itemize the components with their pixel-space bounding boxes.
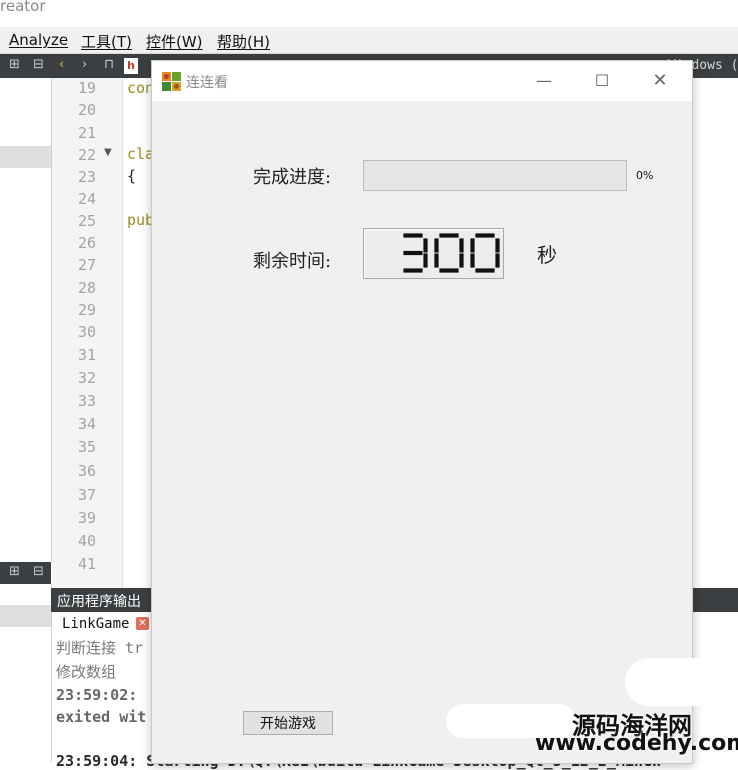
line-number: 29	[77, 301, 96, 319]
watermark-url: www.codehy.com	[535, 731, 738, 756]
line-number: 36	[77, 462, 96, 480]
line-number: 21	[77, 124, 96, 142]
lcd-segment	[474, 232, 496, 239]
line-number: 23	[77, 168, 96, 186]
fold-arrow-icon[interactable]: ▼	[104, 147, 112, 158]
time-remaining-label: 剩余时间:	[253, 251, 332, 272]
line-number: 25	[77, 212, 96, 230]
output-line: 23:59:02:	[56, 686, 138, 704]
line-number: 26	[77, 234, 96, 252]
line-number: 28	[77, 279, 96, 297]
line-number: 39	[77, 509, 96, 527]
output-pane-title: 应用程序输出	[57, 594, 141, 610]
progress-bar	[363, 160, 627, 191]
line-number: 19	[77, 79, 96, 97]
forward-arrow-icon[interactable]: ›	[82, 57, 87, 72]
lcd-digit	[469, 232, 501, 274]
line-number: 33	[77, 392, 96, 410]
output-line: 修改数组	[56, 663, 117, 681]
close-icon[interactable]: ✕	[646, 69, 674, 93]
game-window: 连连看 — ☐ ✕ 完成进度: 0% 剩余时间: 秒 开始游戏	[151, 60, 693, 764]
lcd-segment	[438, 232, 460, 239]
lcd-timer-display	[363, 228, 504, 279]
menu-analyze[interactable]: Analyze	[9, 31, 68, 49]
output-toolbar: ⊞ ⊟	[0, 562, 51, 584]
code-text: {	[127, 167, 137, 185]
close-split-icon[interactable]: ⊟	[33, 57, 44, 72]
lcd-segment	[402, 250, 424, 256]
lcd-segment	[469, 252, 476, 269]
lcd-segment	[402, 232, 424, 239]
lcd-digits	[402, 232, 501, 274]
menubar: Analyze 工具(T) 控件(W) 帮助(H)	[0, 27, 738, 54]
time-unit: 秒	[537, 243, 557, 267]
output-line: exited wit	[56, 708, 147, 726]
lcd-digit	[433, 232, 465, 274]
lcd-segment	[402, 267, 424, 274]
lcd-segment	[469, 237, 476, 254]
menu-help[interactable]: 帮助(H)	[217, 31, 270, 52]
lcd-segment	[438, 267, 460, 274]
split-icon[interactable]: ⊞	[9, 564, 20, 579]
maximize-icon[interactable]: ☐	[588, 69, 616, 93]
output-tab-linkgame[interactable]: LinkGame	[62, 616, 129, 632]
line-number: 31	[77, 346, 96, 364]
line-number: 37	[77, 486, 96, 504]
start-game-button[interactable]: 开始游戏	[243, 711, 333, 735]
header-file-icon: h	[124, 58, 138, 74]
minimize-icon[interactable]: —	[530, 69, 558, 93]
line-number: 32	[77, 369, 96, 387]
lock-icon: ⊓	[104, 57, 115, 72]
window-titlebar[interactable]: 连连看 — ☐ ✕	[152, 61, 692, 101]
close-icon[interactable]: ✕	[136, 617, 149, 630]
line-number: 40	[77, 532, 96, 550]
line-number: 41	[77, 555, 96, 573]
lcd-segment	[422, 252, 429, 269]
app-title: reator	[0, 0, 46, 15]
lcd-digit	[402, 232, 429, 274]
menu-widgets[interactable]: 控件(W)	[146, 31, 203, 52]
line-number: 24	[77, 190, 96, 208]
lcd-segment	[433, 252, 440, 269]
lcd-segment	[494, 252, 501, 269]
line-number: 27	[77, 256, 96, 274]
lcd-segment	[474, 267, 496, 274]
line-number: 35	[77, 438, 96, 456]
close-split-icon[interactable]: ⊟	[33, 564, 44, 579]
lcd-segment	[458, 252, 465, 269]
linkgame-app-icon	[162, 72, 181, 91]
progress-label: 完成进度:	[253, 167, 332, 188]
back-arrow-icon[interactable]: ‹	[59, 57, 64, 72]
line-number: 34	[77, 415, 96, 433]
lcd-segment	[422, 237, 429, 254]
output-side-selected-row[interactable]	[0, 605, 51, 627]
watermark-backdrop	[625, 658, 738, 706]
menu-tools[interactable]: 工具(T)	[81, 31, 132, 52]
split-icon[interactable]: ⊞	[9, 57, 20, 72]
line-number: 20	[77, 101, 96, 119]
line-number: 30	[77, 323, 96, 341]
lcd-segment	[494, 237, 501, 254]
progress-percent: 0%	[636, 169, 654, 182]
sidebar-selected-row[interactable]	[0, 146, 51, 168]
lcd-segment	[458, 237, 465, 254]
lcd-segment	[433, 237, 440, 254]
output-line: 判断连接 tr	[56, 639, 144, 657]
window-title: 连连看	[186, 75, 228, 91]
line-number: 22	[77, 146, 96, 164]
